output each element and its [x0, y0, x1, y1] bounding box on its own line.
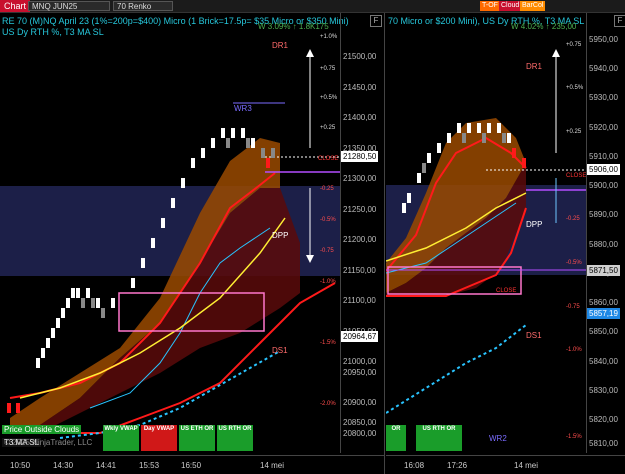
left-level-dpp: DPP — [272, 231, 289, 240]
left-current-price-tag: 21280,50 — [341, 151, 379, 162]
right-price-tick: 5850,00 — [589, 327, 618, 336]
left-level-wr3: WR3 — [234, 104, 252, 113]
left-price-axis[interactable]: 21500,00 21450,00 21400,00 21350,00 2130… — [340, 13, 384, 453]
left-pct-label: -0.25 — [320, 186, 334, 192]
right-price-tick: 5810,00 — [589, 439, 618, 448]
left-pct-label: -0.5% — [320, 217, 336, 223]
right-or-button[interactable]: OR — [386, 425, 406, 451]
left-price-tick: 21000,00 — [343, 357, 377, 366]
left-note-price-outside-clouds: Price Outside Clouds — [2, 425, 82, 434]
right-time-axis[interactable]: 16:08 17:26 14 mei — [386, 455, 625, 474]
left-level-close: CLOSE — [318, 156, 339, 162]
right-mid-price-tag: 5871,50 — [587, 265, 620, 276]
right-level-close: CLOSE — [566, 173, 587, 179]
left-price-tick: 21100,00 — [343, 296, 376, 305]
left-pct-label: +1.0% — [320, 34, 338, 40]
right-pct-label: -0.75 — [566, 304, 580, 310]
right-price-tick: 5840,00 — [589, 357, 618, 366]
us-eth-or-button[interactable]: US ETH OR — [179, 425, 215, 451]
right-chart-panel[interactable]: 70 Micro or $200 Mini), US Dy RTH %, T3 … — [386, 13, 625, 474]
right-price-tick: 5830,00 — [589, 386, 618, 395]
left-pct-label: -1.5% — [320, 340, 336, 346]
left-price-tick: 20850,00 — [343, 418, 377, 427]
left-level-dr1: DR1 — [272, 41, 289, 50]
right-level-dr1: DR1 — [526, 62, 543, 71]
left-time-label: 16:50 — [181, 461, 202, 470]
right-pct-label: +0.25 — [566, 129, 582, 135]
left-time-label: 14:41 — [96, 461, 117, 470]
left-pct-label: +0.75 — [320, 66, 336, 72]
right-pnl-label: W 4.02% ↑ 235,00 — [511, 22, 577, 31]
right-time-label: 17:26 — [447, 461, 468, 470]
right-price-tick: 5900,00 — [589, 181, 618, 190]
right-pct-label: -0.5% — [566, 260, 582, 266]
left-level-ds1: DS1 — [272, 346, 288, 355]
left-pct-label: -0.75 — [320, 248, 334, 254]
left-pnl-label: W 3.09% ↑ 1.8K175 — [258, 22, 329, 31]
right-pct-label: -1.5% — [566, 434, 582, 440]
right-pct-label: -1.0% — [566, 347, 582, 353]
left-price-tick: 20950,00 — [343, 368, 377, 377]
right-us-rth-or-button[interactable]: US RTH OR — [416, 425, 462, 451]
left-price-tick: 20800,00 — [343, 429, 377, 438]
left-time-label: 14:30 — [53, 461, 74, 470]
right-price-axis[interactable]: 5950,00 5940,00 5930,00 5920,00 5910,00 … — [586, 13, 625, 453]
chart-toolbar: Chart MNQ JUN25 70 Renko T-OF Cloud BarC… — [0, 0, 625, 13]
right-time-label: 16:08 — [404, 461, 425, 470]
right-pct-label: -0.25 — [566, 216, 580, 222]
left-pct-label: -2.0% — [320, 401, 336, 407]
chart-tab[interactable]: Chart — [0, 0, 31, 12]
right-price-tick: 5860,00 — [589, 298, 618, 307]
right-level-wr2: WR2 — [489, 434, 507, 443]
left-chart-canvas — [0, 49, 340, 439]
weekly-vwap-button[interactable]: Wkly VWAP — [103, 425, 139, 451]
right-pct-label: +0.75 — [566, 42, 582, 48]
left-time-axis[interactable]: 10:50 14:30 14:41 15:53 16:50 14 mei — [0, 455, 384, 474]
t-of-button[interactable]: T-OF — [480, 1, 500, 11]
right-time-label: 14 mei — [514, 461, 539, 470]
left-pct-label: -1.0% — [320, 279, 336, 285]
instrument-selector[interactable]: MNQ JUN25 — [28, 1, 110, 11]
day-vwap-button[interactable]: Day VWAP — [141, 425, 177, 451]
right-price-tick: 5880,00 — [589, 240, 618, 249]
right-price-tick: 5930,00 — [589, 93, 618, 102]
us-rth-or-button[interactable]: US RTH OR — [217, 425, 253, 451]
left-price-tick: 21500,00 — [343, 52, 377, 61]
right-price-tick: 5940,00 — [589, 64, 618, 73]
right-level-dpp: DPP — [526, 220, 543, 229]
cloud-button[interactable]: Cloud — [499, 1, 522, 11]
left-price-tick: 21150,00 — [343, 266, 376, 275]
left-price-tick: 21250,00 — [343, 205, 377, 214]
right-pct-label: +0.5% — [566, 85, 584, 91]
left-watermark: © 2025 NinjaTrader, LLC — [4, 438, 93, 447]
left-low-price-tag: 20964,67 — [341, 331, 379, 342]
right-price-tick: 5910,00 — [589, 152, 618, 161]
left-pct-label: +0.25 — [320, 125, 336, 131]
right-price-tick: 5920,00 — [589, 123, 618, 132]
left-time-label: 14 mei — [260, 461, 285, 470]
left-time-label: 10:50 — [10, 461, 31, 470]
left-pct-label: +0.5% — [320, 95, 338, 101]
left-price-tick: 21300,00 — [343, 174, 377, 183]
left-price-tick: 21400,00 — [343, 113, 377, 122]
left-chart-panel[interactable]: RE 70 (M)NQ April 23 (1%=200p=$400) Micr… — [0, 13, 385, 474]
right-chart-canvas — [386, 49, 586, 414]
left-time-label: 15:53 — [139, 461, 160, 470]
left-price-tick: 20900,00 — [343, 398, 377, 407]
right-price-tick: 5890,00 — [589, 210, 618, 219]
right-low-price-tag: 5857,19 — [587, 308, 620, 319]
right-current-price-tag: 5906,00 — [587, 164, 620, 175]
bar-type-selector[interactable]: 70 Renko — [113, 1, 173, 11]
right-level-ds1: DS1 — [526, 331, 542, 340]
left-price-tick: 21200,00 — [343, 235, 377, 244]
right-price-tick: 5820,00 — [589, 415, 618, 424]
barcol-button[interactable]: BarCol — [520, 1, 546, 11]
left-price-tick: 21450,00 — [343, 83, 377, 92]
right-price-tick: 5950,00 — [589, 35, 618, 44]
right-level-close-2: CLOSE — [496, 288, 517, 294]
